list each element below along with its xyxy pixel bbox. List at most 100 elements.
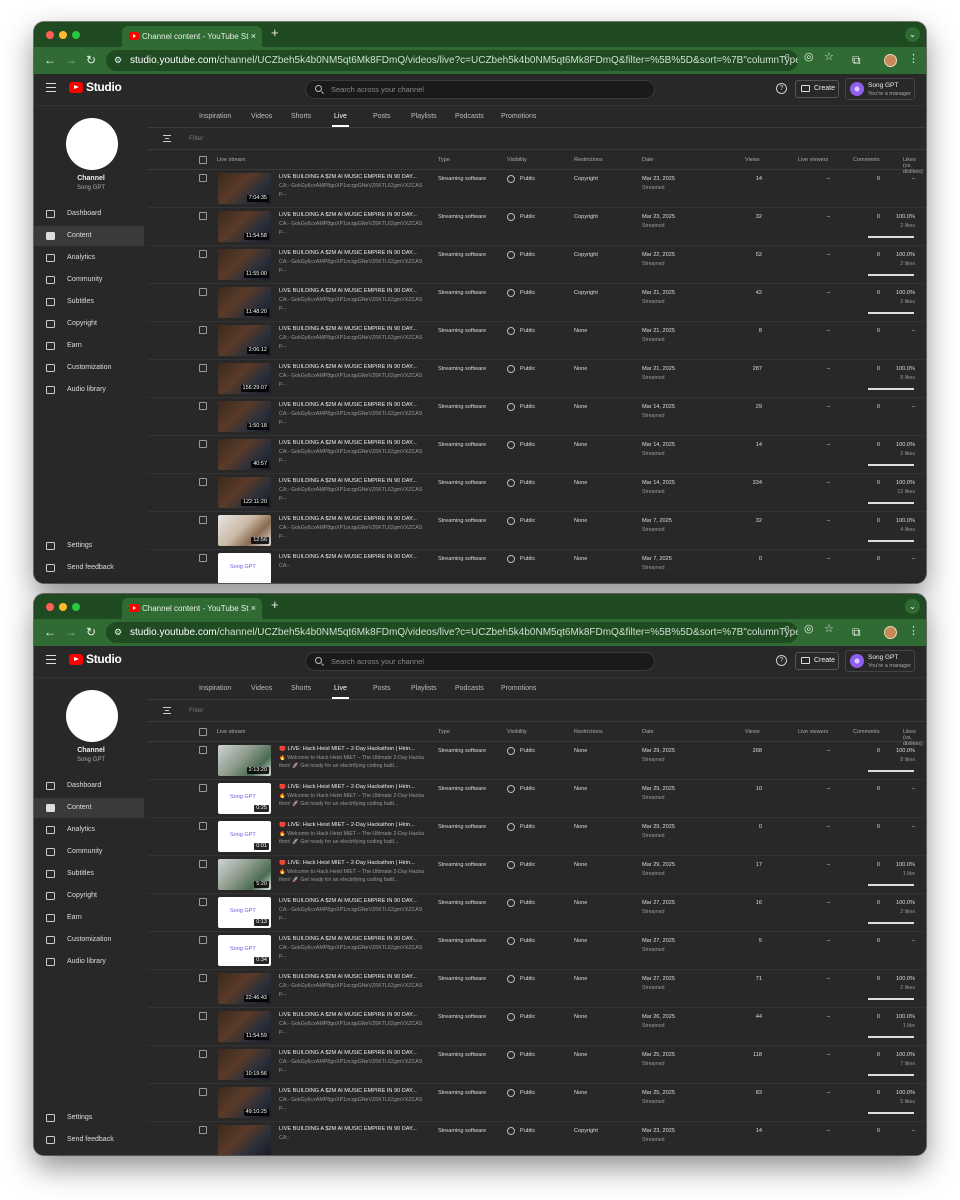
new-tab-button[interactable]: + <box>271 25 279 40</box>
video-title[interactable]: LIVE BUILDING A $2M AI MUSIC EMPIRE IN 9… <box>279 1012 425 1018</box>
tab-close-icon[interactable]: × <box>251 598 256 619</box>
col-date[interactable]: Date <box>642 157 654 163</box>
tab-live[interactable]: Live <box>332 113 349 127</box>
row-checkbox[interactable] <box>199 288 207 296</box>
video-title[interactable]: LIVE BUILDING A $2M AI MUSIC EMPIRE IN 9… <box>279 554 425 560</box>
video-title[interactable]: 🔴 LIVE: Hack Heist MIET – 2-Day Hackatho… <box>279 822 425 828</box>
row-checkbox[interactable] <box>199 212 207 220</box>
video-thumbnail[interactable]: 12:56 <box>218 515 271 546</box>
visibility-dropdown[interactable]: Public <box>520 1128 535 1134</box>
sidebar-item-content[interactable]: Content <box>34 798 144 818</box>
sidebar-item-customization[interactable]: Customization <box>34 358 144 378</box>
video-thumbnail[interactable]: 5:20 <box>218 859 271 890</box>
sidebar-item-audio-library[interactable]: Audio library <box>34 952 144 972</box>
row-checkbox[interactable] <box>199 746 207 754</box>
video-title[interactable]: 🔴 LIVE: Hack Heist MIET – 2-Day Hackatho… <box>279 784 425 790</box>
col-comments[interactable]: Comments <box>853 157 880 163</box>
video-title[interactable]: LIVE BUILDING A $2M AI MUSIC EMPIRE IN 9… <box>279 402 425 408</box>
video-thumbnail[interactable]: 10:19:56 <box>218 1049 271 1080</box>
tab-posts[interactable]: Posts <box>373 113 391 120</box>
visibility-dropdown[interactable]: Public <box>520 862 535 868</box>
visibility-dropdown[interactable]: Public <box>520 214 535 220</box>
row-checkbox[interactable] <box>199 174 207 182</box>
video-thumbnail[interactable]: 156:29:07 <box>218 363 271 394</box>
profile-avatar[interactable] <box>884 626 897 639</box>
browser-tab[interactable]: Channel content - YouTube St × <box>122 598 262 619</box>
studio-logo-text[interactable]: Studio <box>86 652 122 666</box>
tab-promotions[interactable]: Promotions <box>501 113 536 120</box>
extensions-icon[interactable]: ⧉ <box>852 53 861 68</box>
video-title[interactable]: LIVE BUILDING A $2M AI MUSIC EMPIRE IN 9… <box>279 1088 425 1094</box>
video-title[interactable]: LIVE BUILDING A $2M AI MUSIC EMPIRE IN 9… <box>279 1050 425 1056</box>
row-checkbox[interactable] <box>199 1088 207 1096</box>
table-row[interactable]: 11:54:58 LIVE BUILDING A $2M AI MUSIC EMP… <box>148 208 926 246</box>
row-checkbox[interactable] <box>199 326 207 334</box>
sidebar-item-community[interactable]: Community <box>34 842 144 862</box>
tab-inspiration[interactable]: Inspiration <box>199 113 231 120</box>
visibility-dropdown[interactable]: Public <box>520 328 535 334</box>
visibility-dropdown[interactable]: Public <box>520 518 535 524</box>
back-arrow-icon[interactable]: ← <box>44 53 56 67</box>
bookmark-star-icon[interactable]: ☆ <box>824 622 834 635</box>
filter-icon[interactable] <box>163 135 171 142</box>
visibility-dropdown[interactable]: Public <box>520 404 535 410</box>
video-title[interactable]: LIVE BUILDING A $2M AI MUSIC EMPIRE IN 9… <box>279 288 425 294</box>
reload-icon[interactable]: ↻ <box>86 53 96 67</box>
col-comments[interactable]: Comments <box>853 729 880 735</box>
tab-promotions[interactable]: Promotions <box>501 685 536 692</box>
video-thumbnail[interactable]: 11:54:59 <box>218 1011 271 1042</box>
filter-icon[interactable] <box>163 707 171 714</box>
tab-live[interactable]: Live <box>332 685 349 699</box>
tab-shorts[interactable]: Shorts <box>291 113 311 120</box>
table-row[interactable]: 122:11:20 LIVE BUILDING A $2M AI MUSIC EM… <box>148 474 926 512</box>
visibility-dropdown[interactable]: Public <box>520 1014 535 1020</box>
zoom-icon[interactable]: ⌕ <box>784 622 790 635</box>
create-button[interactable]: Create <box>795 652 839 670</box>
search-input[interactable]: Search across your channel <box>305 652 655 671</box>
video-title[interactable]: LIVE BUILDING A $2M AI MUSIC EMPIRE IN 9… <box>279 250 425 256</box>
col-date[interactable]: Date <box>642 729 654 735</box>
video-title[interactable]: LIVE BUILDING A $2M AI MUSIC EMPIRE IN 9… <box>279 974 425 980</box>
video-thumbnail[interactable]: 1:50:18 <box>218 401 271 432</box>
row-checkbox[interactable] <box>199 1012 207 1020</box>
table-row[interactable]: 11:54:59 LIVE BUILDING A $2M AI MUSIC EMP… <box>148 1008 926 1046</box>
filter-input[interactable]: Filter <box>189 135 203 142</box>
table-row[interactable]: 156:29:07 LIVE BUILDING A $2M AI MUSIC EM… <box>148 360 926 398</box>
visibility-dropdown[interactable]: Public <box>520 900 535 906</box>
visibility-dropdown[interactable]: Public <box>520 176 535 182</box>
site-settings-icon[interactable]: ⚙ <box>114 622 122 643</box>
sidebar-item-analytics[interactable]: Analytics <box>34 820 144 840</box>
video-title[interactable]: LIVE BUILDING A $2M AI MUSIC EMPIRE IN 9… <box>279 478 425 484</box>
visibility-dropdown[interactable]: Public <box>520 290 535 296</box>
table-row[interactable]: 7:04:35 LIVE BUILDING A $2M AI MUSIC EMPI… <box>148 170 926 208</box>
sidebar-item-dashboard[interactable]: Dashboard <box>34 204 144 224</box>
address-bar[interactable]: ⚙ studio.youtube.com/channel/UCZbeh5k4b0… <box>106 50 798 71</box>
visibility-dropdown[interactable]: Public <box>520 480 535 486</box>
table-row[interactable]: Song GPT 0:01 🔴 LIVE: Hack Heist MIET – 2-… <box>148 818 926 856</box>
forward-arrow-icon[interactable]: → <box>65 625 77 639</box>
channel-avatar[interactable] <box>66 690 118 742</box>
select-all-checkbox[interactable] <box>199 156 207 164</box>
select-all-checkbox[interactable] <box>199 728 207 736</box>
table-row[interactable]: 5:20 🔴 LIVE: Hack Heist MIET – 2-Day Hack… <box>148 856 926 894</box>
sidebar-item-subtitles[interactable]: Subtitles <box>34 864 144 884</box>
help-icon[interactable]: ? <box>776 655 787 666</box>
filter-input[interactable]: Filter <box>189 707 203 714</box>
browser-tab[interactable]: Channel content - YouTube St × <box>122 26 262 47</box>
row-checkbox[interactable] <box>199 478 207 486</box>
visibility-dropdown[interactable]: Public <box>520 556 535 562</box>
row-checkbox[interactable] <box>199 402 207 410</box>
sidebar-item-copyright[interactable]: Copyright <box>34 314 144 334</box>
video-thumbnail[interactable]: Song GPT 0:01 <box>218 821 271 852</box>
table-row[interactable]: Song GPT 0:34 LIVE BUILDING A $2M AI MUSIC… <box>148 932 926 970</box>
visibility-dropdown[interactable]: Public <box>520 1052 535 1058</box>
browser-menu-icon[interactable]: ⋮ <box>908 52 919 65</box>
tab-close-icon[interactable]: × <box>251 26 256 47</box>
video-title[interactable]: LIVE BUILDING A $2M AI MUSIC EMPIRE IN 9… <box>279 440 425 446</box>
row-checkbox[interactable] <box>199 1050 207 1058</box>
back-arrow-icon[interactable]: ← <box>44 625 56 639</box>
address-bar[interactable]: ⚙ studio.youtube.com/channel/UCZbeh5k4b0… <box>106 622 798 643</box>
site-settings-icon[interactable]: ⚙ <box>114 50 122 71</box>
sidebar-item-dashboard[interactable]: Dashboard <box>34 776 144 796</box>
visibility-dropdown[interactable]: Public <box>520 824 535 830</box>
